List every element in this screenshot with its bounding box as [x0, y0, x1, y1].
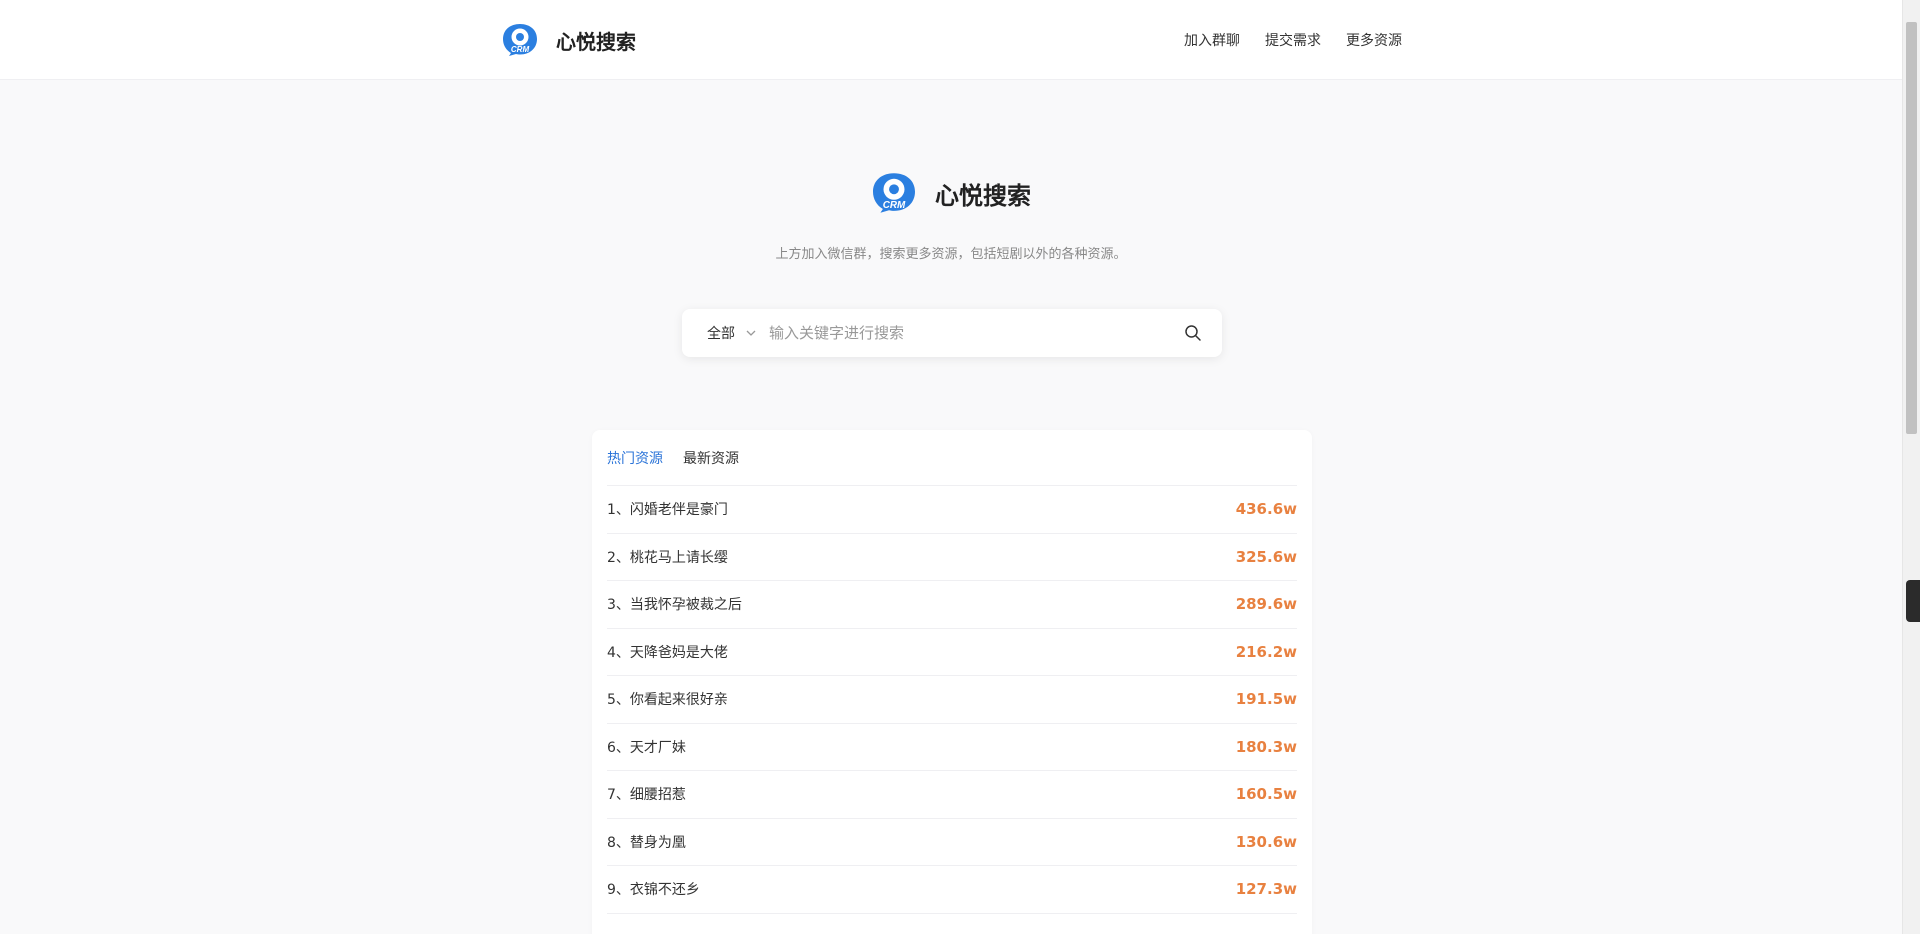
tab-hot-resources[interactable]: 热门资源: [607, 448, 663, 468]
hero-brand-name: 心悦搜索: [935, 181, 1031, 210]
resource-tabs: 热门资源 最新资源: [607, 430, 1297, 486]
list-item[interactable]: 5、你看起来很好亲 191.5w: [607, 676, 1297, 724]
hero-logo-icon: CRM: [873, 173, 915, 213]
page-scrollbar[interactable]: [1902, 0, 1920, 934]
nav-more-resources[interactable]: 更多资源: [1346, 30, 1402, 50]
hero-logo-text: CRM: [883, 200, 906, 211]
list-item-title: 1、闪婚老伴是豪门: [607, 502, 728, 519]
search-button[interactable]: [1184, 324, 1202, 342]
list-item-title: 5、你看起来很好亲: [607, 692, 728, 709]
search-icon: [1185, 325, 1201, 341]
list-item[interactable]: 3、当我怀孕被裁之后 289.6w: [607, 581, 1297, 629]
list-item-count: 436.6w: [1235, 500, 1297, 519]
resource-list: 1、闪婚老伴是豪门 436.6w 2、桃花马上请长缨 325.6w 3、当我怀孕…: [607, 486, 1297, 914]
hero-tagline: 上方加入微信群，搜索更多资源，包括短剧以外的各种资源。: [775, 247, 1127, 262]
list-item-title: 7、细腰招惹: [607, 787, 686, 804]
list-item-count: 325.6w: [1235, 547, 1297, 566]
list-item-title: 2、桃花马上请长缨: [607, 549, 728, 566]
list-item-title: 6、天才厂妹: [607, 739, 686, 756]
list-item[interactable]: 1、闪婚老伴是豪门 436.6w: [607, 486, 1297, 534]
list-item-title: 8、替身为凰: [607, 834, 686, 851]
resource-panel: 热门资源 最新资源 1、闪婚老伴是豪门 436.6w 2、桃花马上请长缨 325…: [592, 430, 1312, 934]
search-input[interactable]: [769, 324, 1184, 342]
scrollbar-thumb[interactable]: [1906, 22, 1917, 434]
header-brand[interactable]: CRM 心悦搜索: [502, 23, 636, 57]
search-bar: 全部: [682, 309, 1222, 357]
list-item-count: 127.3w: [1235, 880, 1297, 899]
list-item-count: 191.5w: [1235, 690, 1297, 709]
list-item-title: 4、天降爸妈是大佬: [607, 644, 728, 661]
list-item[interactable]: 6、天才厂妹 180.3w: [607, 724, 1297, 771]
header-brand-name: 心悦搜索: [556, 29, 636, 54]
top-header: CRM 心悦搜索 加入群聊 提交需求 更多资源: [0, 0, 1902, 80]
list-item-count: 180.3w: [1235, 737, 1297, 756]
nav-submit-request[interactable]: 提交需求: [1265, 30, 1321, 50]
list-item-count: 216.2w: [1235, 642, 1297, 661]
list-item-count: 130.6w: [1235, 832, 1297, 851]
list-item[interactable]: 2、桃花马上请长缨 325.6w: [607, 534, 1297, 581]
category-select[interactable]: 全部: [707, 323, 757, 343]
header-inner: CRM 心悦搜索 加入群聊 提交需求 更多资源: [502, 0, 1402, 80]
list-item[interactable]: 7、细腰招惹 160.5w: [607, 771, 1297, 819]
top-nav: 加入群聊 提交需求 更多资源: [1184, 30, 1402, 50]
tab-latest-resources[interactable]: 最新资源: [683, 448, 739, 468]
list-item[interactable]: 4、天降爸妈是大佬 216.2w: [607, 629, 1297, 676]
list-item-title: 3、当我怀孕被裁之后: [607, 597, 742, 614]
list-item[interactable]: 8、替身为凰 130.6w: [607, 819, 1297, 866]
list-item[interactable]: 9、衣锦不还乡 127.3w: [607, 866, 1297, 914]
nav-join-group[interactable]: 加入群聊: [1184, 30, 1240, 50]
logo-text: CRM: [511, 45, 530, 54]
list-item-title: 9、衣锦不还乡: [607, 882, 700, 899]
logo-icon: CRM: [503, 24, 537, 56]
category-select-value: 全部: [707, 326, 735, 342]
list-item-count: 289.6w: [1235, 595, 1297, 614]
side-widget-handle[interactable]: [1906, 580, 1920, 622]
chevron-down-icon: [746, 330, 756, 336]
hero-brand: CRM 心悦搜索: [0, 172, 1902, 214]
list-item-count: 160.5w: [1235, 785, 1297, 804]
